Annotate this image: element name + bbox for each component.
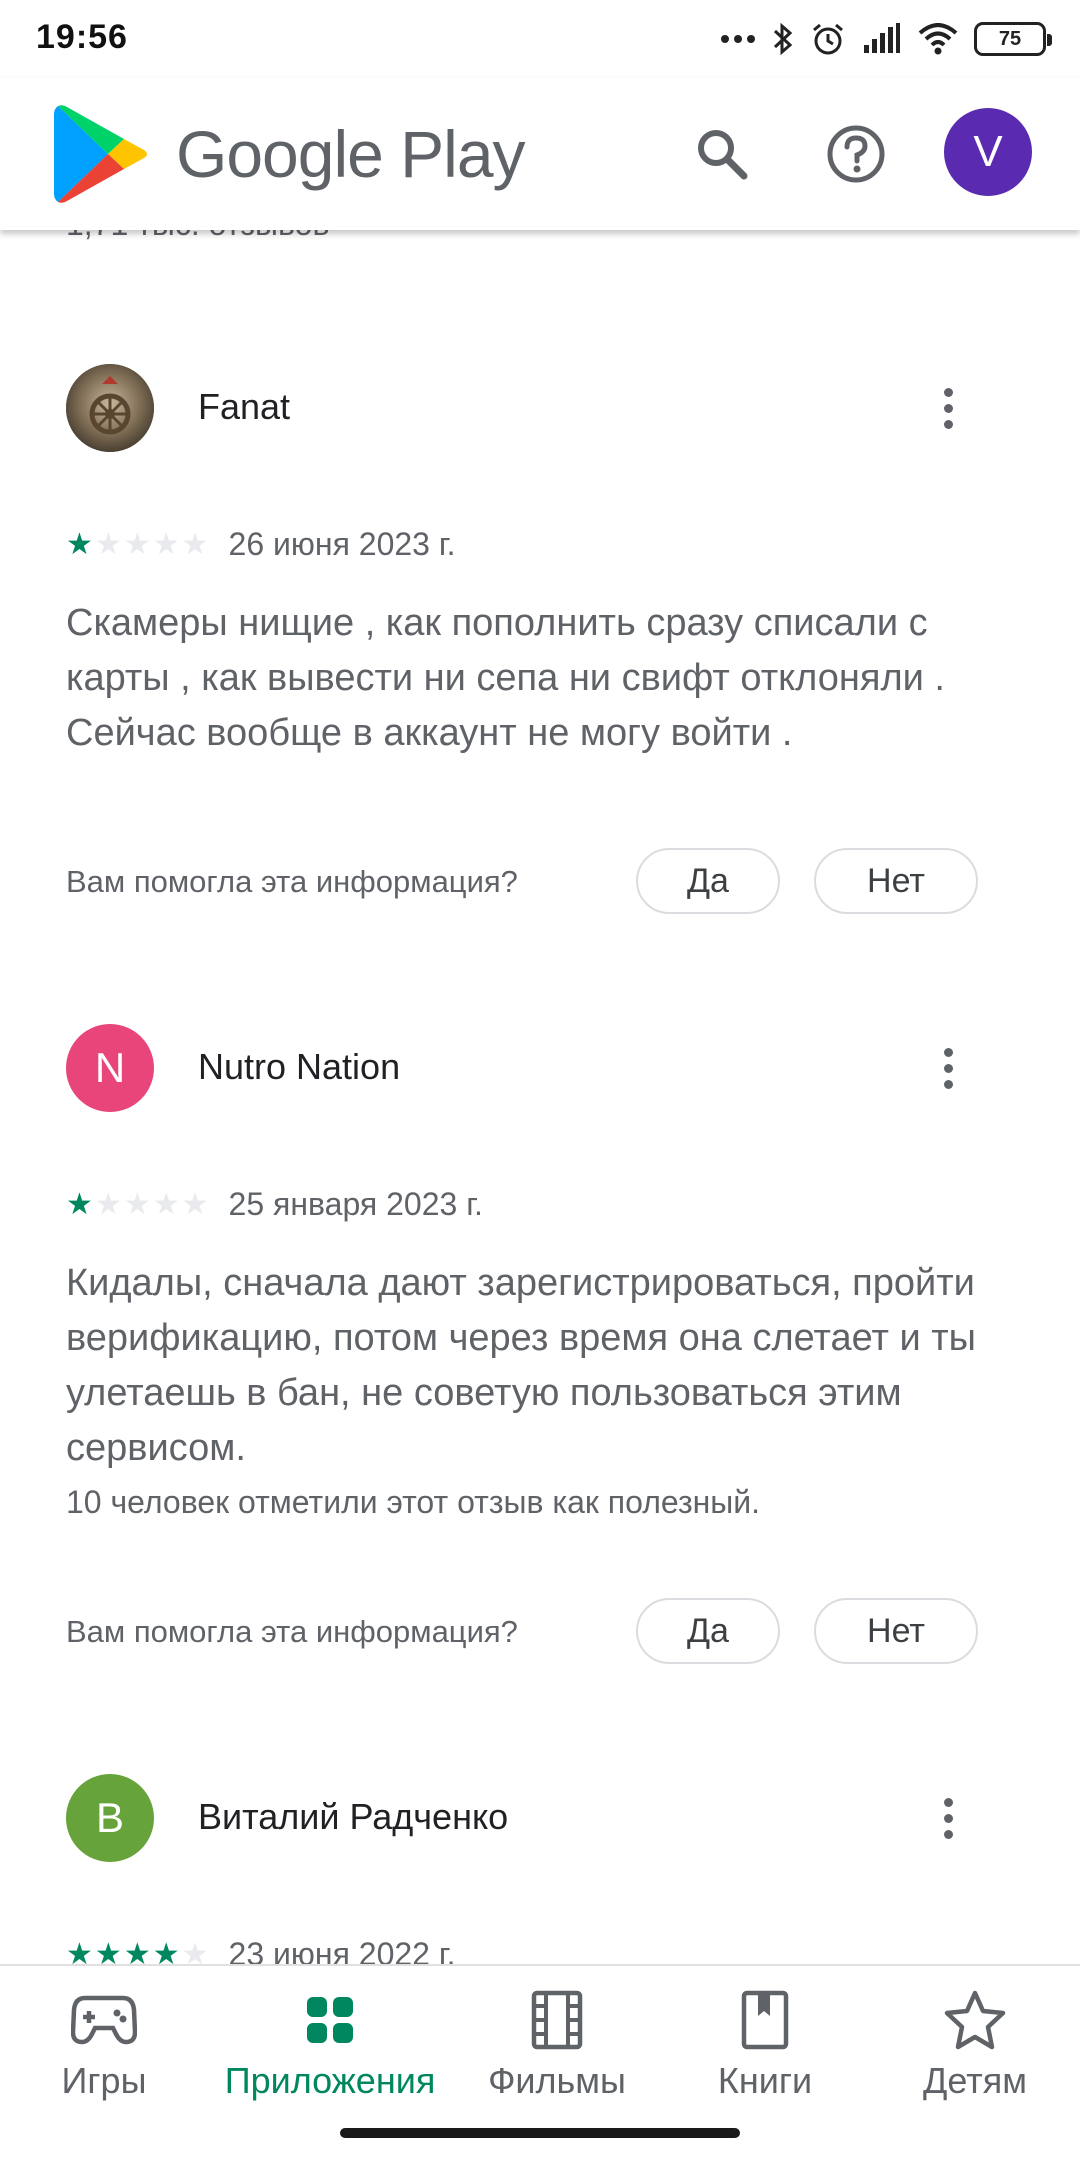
app-bar-title: Google Play <box>176 117 526 191</box>
google-play-logo-icon[interactable] <box>52 102 150 206</box>
battery-level: 75 <box>998 27 1022 50</box>
nav-label: Игры <box>61 2060 147 2101</box>
helpful-yes-button[interactable]: Да <box>636 848 780 914</box>
reviewer-avatar <box>66 364 154 452</box>
help-button[interactable] <box>810 108 902 200</box>
rating-row: ★ ★ ★ ★ ★ 25 января 2023 г. <box>66 1186 483 1223</box>
star-rating: ★ ★ ★ ★ ★ <box>66 527 209 561</box>
nav-games[interactable]: Игры <box>34 1966 174 2120</box>
more-options-button[interactable] <box>918 1028 978 1108</box>
battery-icon: 75 <box>974 22 1052 56</box>
star-empty-icon: ★ <box>123 527 151 561</box>
star-icon <box>944 1990 1006 2050</box>
search-icon <box>698 130 748 180</box>
helpful-count: 10 человек отметили этот отзыв как полез… <box>66 1484 761 1520</box>
dots-icon <box>721 35 755 43</box>
system-navigation-area <box>0 2118 1080 2160</box>
helpful-yes-button[interactable]: Да <box>636 1598 780 1664</box>
reviewer-name: Fanat <box>198 386 291 427</box>
status-time: 19:56 <box>36 18 128 56</box>
helpful-row: Вам помогла эта информация? Да Нет <box>66 848 1026 916</box>
help-icon <box>827 125 885 183</box>
nav-kids[interactable]: Детям <box>900 1966 1050 2120</box>
apps-icon <box>307 1997 353 2043</box>
book-icon <box>741 1990 789 2050</box>
star-empty-icon: ★ <box>152 1187 180 1221</box>
review-text: Скамеры нищие , как пополнить сразу спис… <box>66 602 945 754</box>
account-avatar[interactable]: V <box>944 108 1032 196</box>
star-empty-icon: ★ <box>181 1187 209 1221</box>
review-date: 23 июня 2022 г. <box>228 1936 456 1966</box>
star-filled-icon: ★ <box>123 1937 151 1966</box>
review-text: Кидалы, сначала дают зарегистрироваться,… <box>66 1262 976 1469</box>
nav-label: Фильмы <box>488 2060 626 2101</box>
star-empty-icon: ★ <box>181 527 209 561</box>
nav-label: Детям <box>923 2060 1027 2101</box>
star-filled-icon: ★ <box>66 1187 93 1221</box>
film-icon <box>531 1990 583 2050</box>
review-date: 25 января 2023 г. <box>228 1186 483 1222</box>
star-empty-icon: ★ <box>152 527 180 561</box>
reviews-list: 1,71 тыс. отзывов Fanat ★ ★ ★ ★ ★ 26 июн… <box>0 230 1080 1966</box>
helpful-question: Вам помогла эта информация? <box>66 864 518 899</box>
helpful-no-button[interactable]: Нет <box>814 1598 978 1664</box>
helpful-row: Вам помогла эта информация? Да Нет <box>66 1598 1026 1666</box>
more-options-button[interactable] <box>918 1778 978 1858</box>
more-options-button[interactable] <box>918 368 978 448</box>
reviewer-name: Виталий Радченко <box>198 1796 509 1837</box>
helpful-no-button[interactable]: Нет <box>814 848 978 914</box>
rating-row: ★ ★ ★ ★ ★ 23 июня 2022 г. <box>66 1936 456 1966</box>
nav-label: Приложения <box>224 2060 436 2101</box>
rating-row: ★ ★ ★ ★ ★ 26 июня 2023 г. <box>66 526 456 563</box>
star-filled-icon: ★ <box>66 1937 93 1966</box>
nav-apps[interactable]: Приложения <box>200 1966 460 2120</box>
search-button[interactable] <box>676 108 768 200</box>
gamepad-icon <box>71 1995 137 2045</box>
star-filled-icon: ★ <box>152 1937 180 1966</box>
bluetooth-icon <box>773 22 793 56</box>
status-icons: 75 <box>720 16 1052 62</box>
bottom-navigation: Игры Приложения Фильмы Книги Детям <box>0 1964 1080 2118</box>
nav-label: Книги <box>717 2060 813 2101</box>
reviewer-avatar: B <box>66 1774 154 1862</box>
reviewer-avatar: N <box>66 1024 154 1112</box>
nav-movies[interactable]: Фильмы <box>472 1966 642 2120</box>
star-empty-icon: ★ <box>181 1937 209 1966</box>
signal-icon <box>864 23 900 53</box>
app-bar: Google Play V <box>0 78 1080 230</box>
star-rating: ★ ★ ★ ★ ★ <box>66 1937 209 1966</box>
star-empty-icon: ★ <box>123 1187 151 1221</box>
star-filled-icon: ★ <box>94 1937 122 1966</box>
star-rating: ★ ★ ★ ★ ★ <box>66 1187 209 1221</box>
wifi-icon <box>918 23 958 55</box>
reviewer-name: Nutro Nation <box>198 1046 401 1087</box>
photo-avatar-icon <box>66 364 154 452</box>
reviews-count: 1,71 тыс. отзывов <box>66 230 329 243</box>
nav-books[interactable]: Книги <box>690 1966 840 2120</box>
status-bar: 19:56 75 <box>0 0 1080 78</box>
star-filled-icon: ★ <box>66 527 93 561</box>
star-empty-icon: ★ <box>94 527 122 561</box>
gesture-bar[interactable] <box>340 2128 740 2138</box>
helpful-question: Вам помогла эта информация? <box>66 1614 518 1649</box>
alarm-icon <box>813 23 843 55</box>
star-empty-icon: ★ <box>94 1187 122 1221</box>
review-date: 26 июня 2023 г. <box>228 526 456 562</box>
